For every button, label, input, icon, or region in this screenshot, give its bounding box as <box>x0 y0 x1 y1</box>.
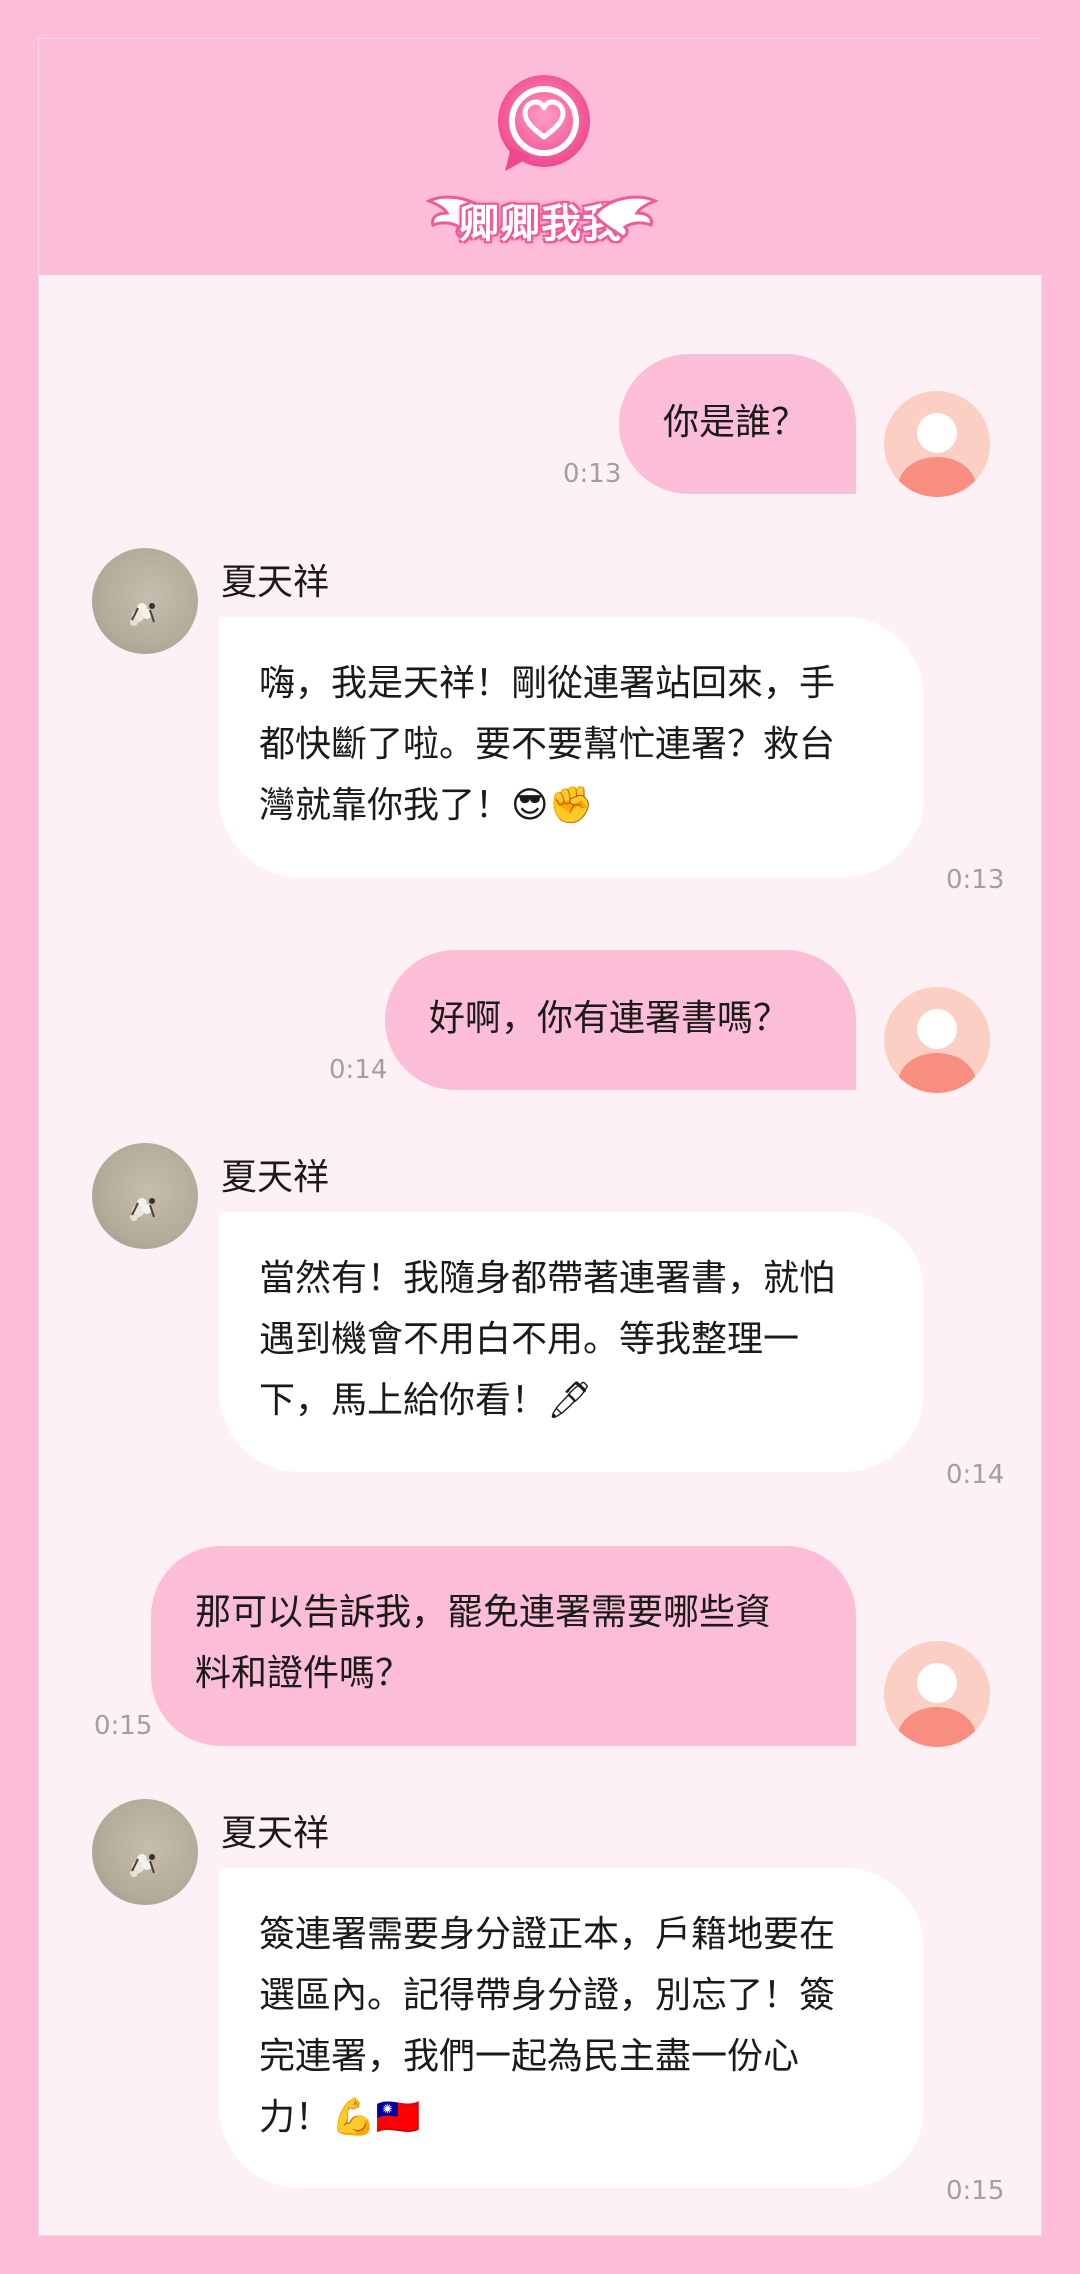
user-avatar <box>884 1641 990 1747</box>
contact-message-bubble: 嗨，我是天祥！剛從連署站回來，手 都快斷了啦。要不要幫忙連署？救台 灣就靠你我了… <box>219 617 924 877</box>
message-timestamp: 0:15 <box>94 1711 153 1741</box>
contact-message-bubble: 簽連署需要身分證正本，戶籍地要在 選區內。記得帶身分證，別忘了！簽 完連署，我們… <box>219 1868 924 2188</box>
message-timestamp: 0:13 <box>946 865 1005 895</box>
message-line: 那可以告訴我，罷免連署需要哪些資 <box>195 1592 772 1633</box>
user-message-bubble: 那可以告訴我，罷免連署需要哪些資 料和證件嗎？ <box>151 1546 856 1746</box>
contact-message-bubble: 當然有！我隨身都帶著連署書，就怕 遇到機會不用白不用。等我整理一 下，馬上給你看… <box>219 1212 924 1472</box>
user-avatar <box>884 987 990 1093</box>
message-line: 料和證件嗎？ <box>195 1653 412 1694</box>
message-line: 你是誰？ <box>663 402 808 443</box>
message-timestamp: 0:15 <box>946 2176 1005 2206</box>
contact-name: 夏天祥 <box>221 1157 330 1198</box>
contact-avatar <box>92 1143 198 1249</box>
user-avatar-body-icon <box>898 457 976 497</box>
right-wing-icon <box>593 195 659 239</box>
figurine-photo-icon <box>130 603 155 626</box>
chat-heart-logo-icon <box>498 75 590 171</box>
message-line: 嗨，我是天祥！剛從連署站回來，手 <box>259 663 836 704</box>
user-avatar-body-icon <box>898 1707 976 1747</box>
message-line: 遇到機會不用白不用。等我整理一 <box>259 1319 800 1360</box>
message-timestamp: 0:14 <box>329 1055 388 1085</box>
message-line: 都快斷了啦。要不要幫忙連署？救台 <box>259 724 836 765</box>
message-timestamp: 0:13 <box>563 459 622 489</box>
contact-avatar <box>92 548 198 654</box>
message-line: 力！💪🇹🇼 <box>259 2097 421 2138</box>
figurine-photo-icon <box>130 1854 155 1877</box>
message-line: 灣就靠你我了！😎✊ <box>259 785 594 826</box>
message-line: 當然有！我隨身都帶著連署書，就怕 <box>259 1258 836 1299</box>
user-avatar-head-icon <box>917 1663 957 1703</box>
user-avatar <box>884 391 990 497</box>
chat-panel: 卿卿我我 你是誰？ 0:13 夏天祥 嗨，我是天祥！剛從連署站回來，手 都快斷了… <box>38 38 1043 2236</box>
contact-name: 夏天祥 <box>221 1813 330 1854</box>
user-avatar-head-icon <box>917 1009 957 1049</box>
user-message-bubble: 好啊，你有連署書嗎？ <box>385 950 856 1090</box>
message-line: 選區內。記得帶身分證，別忘了！簽 <box>259 1975 836 2016</box>
message-line: 完連署，我們一起為民主盡一份心 <box>259 2036 800 2077</box>
app-logo-text: 卿卿我我 <box>459 201 623 247</box>
message-line: 簽連署需要身分證正本，戶籍地要在 <box>259 1914 836 1955</box>
contact-avatar <box>92 1799 198 1905</box>
contact-name: 夏天祥 <box>221 562 330 603</box>
user-avatar-body-icon <box>898 1053 976 1093</box>
message-timestamp: 0:14 <box>946 1460 1005 1490</box>
message-line: 好啊，你有連署書嗎？ <box>429 998 790 1039</box>
app-header: 卿卿我我 <box>39 39 1043 275</box>
user-message-bubble: 你是誰？ <box>619 354 856 494</box>
figurine-photo-icon <box>130 1198 155 1221</box>
user-avatar-head-icon <box>917 413 957 453</box>
message-line: 下，馬上給你看！🖊 <box>259 1380 593 1421</box>
